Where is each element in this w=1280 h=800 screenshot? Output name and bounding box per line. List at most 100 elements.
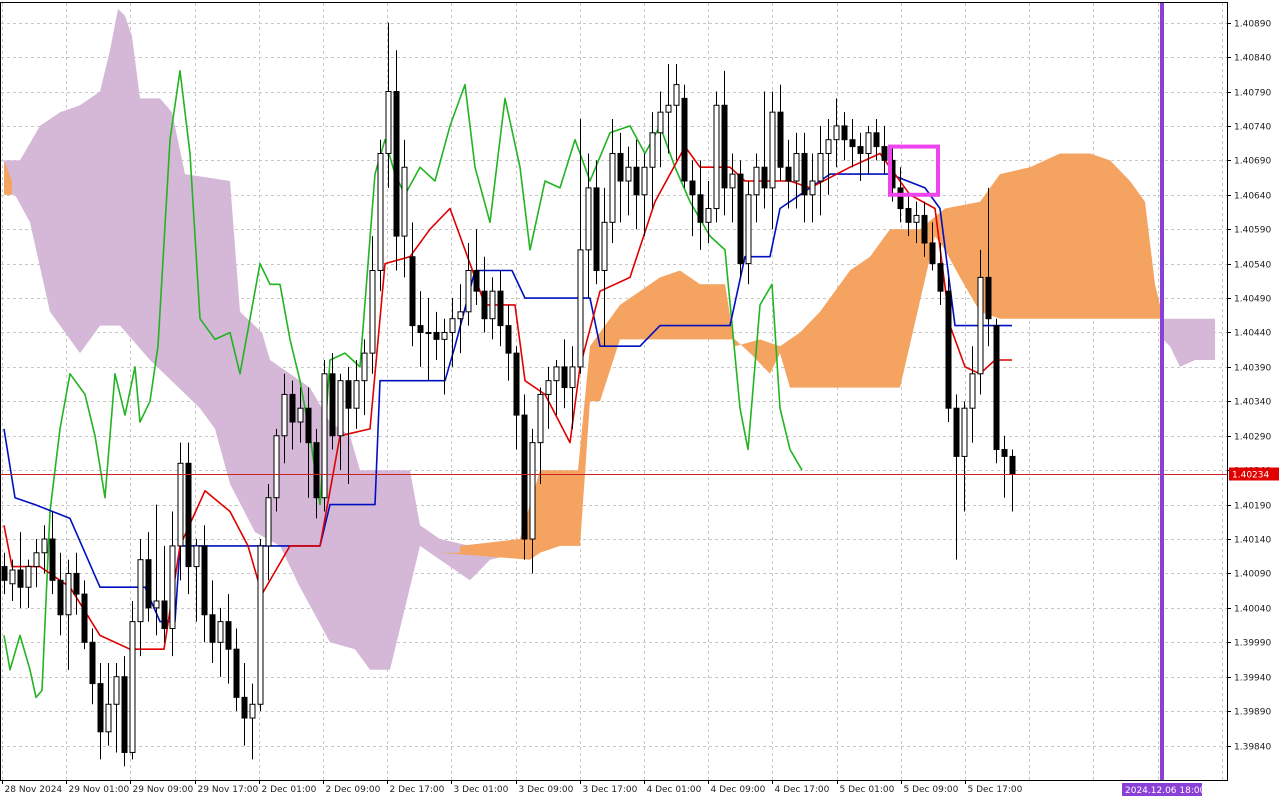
candle-body <box>193 545 200 568</box>
candle-body <box>729 173 736 189</box>
y-tick-label: 1.39990 <box>1234 639 1271 649</box>
candle-body <box>49 538 56 581</box>
candle-body <box>425 331 432 334</box>
candle-body <box>265 497 272 547</box>
candle-body <box>233 648 240 698</box>
candle-body <box>745 194 752 265</box>
candle-body <box>593 187 600 272</box>
candle-body <box>217 621 224 643</box>
candle-body <box>945 290 952 409</box>
y-tick-label: 1.40390 <box>1234 364 1271 374</box>
candle-body <box>361 352 368 382</box>
candle-body <box>961 407 968 457</box>
candle-body <box>569 366 576 389</box>
candle-body <box>57 579 64 616</box>
candle-body <box>441 331 448 340</box>
candle-body <box>865 132 872 154</box>
candle-body <box>841 125 848 141</box>
candle-body <box>697 194 704 223</box>
candle-body <box>921 214 928 244</box>
candle-body <box>105 703 112 733</box>
y-tick-label: 1.40590 <box>1234 226 1271 236</box>
candle-body <box>41 538 48 554</box>
candle-body <box>1009 455 1016 475</box>
candle-body <box>457 311 464 320</box>
candle-body <box>249 703 256 719</box>
candle-body <box>993 325 1000 451</box>
candle-body <box>473 270 480 292</box>
x-tick-label: 29 Nov 09:00 <box>133 785 194 795</box>
candle-body <box>289 393 296 423</box>
y-tick-label: 1.40540 <box>1234 261 1271 271</box>
candle-body <box>33 552 40 568</box>
candle-body <box>913 214 920 223</box>
x-tick-label: 4 Dec 01:00 <box>647 785 702 795</box>
y-tick-label: 1.40090 <box>1234 570 1271 580</box>
candle-body <box>185 462 192 568</box>
candle-body <box>393 91 400 237</box>
candle-body <box>385 91 392 154</box>
y-tick-label: 1.40040 <box>1234 605 1271 615</box>
x-tick-label: 29 Nov 01:00 <box>69 785 130 795</box>
candle-body <box>585 187 592 251</box>
y-tick-label: 1.40490 <box>1234 295 1271 305</box>
candle-body <box>513 352 520 416</box>
candle-body <box>409 256 416 327</box>
x-tick-label: 3 Dec 17:00 <box>583 785 638 795</box>
y-tick-label: 1.40890 <box>1234 20 1271 30</box>
candle-body <box>161 600 168 630</box>
candle-body <box>313 442 320 499</box>
candle-body <box>433 331 440 340</box>
candle-body <box>201 545 208 616</box>
x-tick-label: 5 Dec 09:00 <box>904 785 959 795</box>
candle-body <box>985 276 992 320</box>
candle-body <box>65 572 72 616</box>
candle-body <box>881 146 888 161</box>
candle-body <box>177 462 184 547</box>
candle-body <box>225 621 232 650</box>
current-price-label: 1.40234 <box>1232 471 1269 481</box>
candle-body <box>305 407 312 444</box>
x-tick-label: 5 Dec 01:00 <box>840 785 895 795</box>
candle-body <box>257 545 264 705</box>
x-tick-label: 2 Dec 17:00 <box>390 785 445 795</box>
candle-body <box>529 442 536 540</box>
candle-body <box>825 139 832 154</box>
candle-body <box>801 152 808 196</box>
candle-body <box>209 614 216 643</box>
price-chart[interactable]: 1.40890 1.40840 1.40790 1.40740 1.40690 1.406… <box>0 0 1280 800</box>
highlight-box <box>888 144 940 197</box>
candle-body <box>553 366 560 382</box>
candle-body <box>97 683 104 733</box>
candle-body <box>689 180 696 196</box>
candle-body <box>905 208 912 223</box>
candle-body <box>625 166 632 182</box>
candle-body <box>113 676 120 705</box>
candle-body <box>649 132 656 168</box>
candle-body <box>545 380 552 395</box>
candle-body <box>137 559 144 623</box>
candle-body <box>329 373 336 437</box>
candle-body <box>81 593 88 643</box>
candle-body <box>681 97 688 182</box>
candle-body <box>857 146 864 154</box>
candle-body <box>17 569 24 588</box>
candle-body <box>353 380 360 409</box>
candle-body <box>449 318 456 333</box>
chart-window[interactable]: 1.40890 1.40840 1.40790 1.40740 1.40690 1.406… <box>0 0 1280 800</box>
candle-body <box>297 407 304 423</box>
candle-body <box>849 139 856 148</box>
candle-body <box>369 270 376 354</box>
x-tick-label: 4 Dec 09:00 <box>711 785 766 795</box>
y-tick-label: 1.40690 <box>1234 157 1271 167</box>
candle-body <box>785 166 792 182</box>
x-tick-label: 2 Dec 01:00 <box>262 785 317 795</box>
ichimoku-cloud <box>4 8 1215 670</box>
candle-body <box>521 414 528 540</box>
y-tick-label: 1.40190 <box>1234 502 1271 512</box>
candle-body <box>873 132 880 148</box>
candle-body <box>241 696 248 719</box>
y-tick-label: 1.40640 <box>1234 192 1271 202</box>
candle-body <box>833 125 840 141</box>
candle-body <box>657 111 664 134</box>
